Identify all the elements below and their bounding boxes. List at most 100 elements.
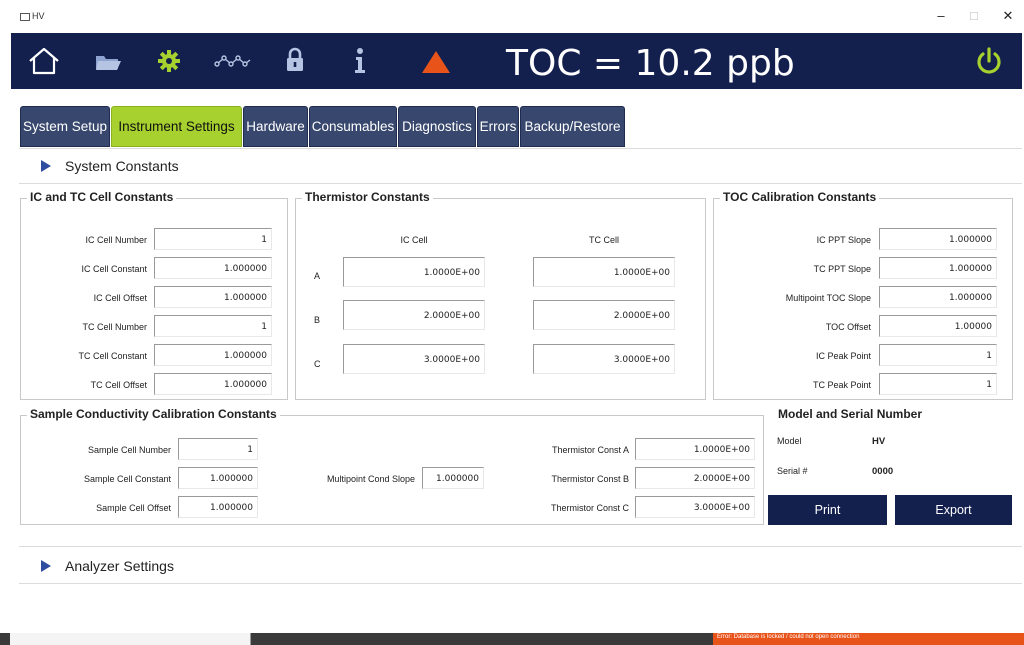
instrument-settings-panel: System Constants IC and TC Cell Constant… — [11, 147, 1022, 633]
thermistor-ic-c-input[interactable]: 3.0000E+00 — [343, 344, 485, 374]
divider — [19, 183, 1022, 184]
field-label: Thermistor Const B — [551, 474, 629, 484]
expand-triangle-icon — [41, 560, 51, 572]
maximize-button[interactable]: □ — [961, 8, 987, 23]
field-label: IC Cell Constant — [81, 264, 147, 274]
divider — [19, 583, 1022, 584]
tab-diagnostics[interactable]: Diagnostics — [398, 106, 476, 147]
model-label: Model — [777, 436, 802, 446]
analyzer-settings-title: Analyzer Settings — [65, 558, 174, 574]
ic-cell-offset-input[interactable]: 1.000000 — [154, 286, 272, 308]
model-serial-group: Model and Serial Number Model HV Serial … — [768, 407, 1013, 491]
group-title: IC and TC Cell Constants — [27, 190, 177, 204]
toc-readout: TOC = 10.2 ppb — [506, 43, 795, 84]
window-titlebar: HV – □ ✕ — [0, 0, 1024, 33]
info-icon[interactable] — [353, 47, 367, 75]
tc-cell-constant-input[interactable]: 1.000000 — [154, 344, 272, 366]
field-label: Thermistor Const A — [551, 445, 629, 455]
field-label: Thermistor Const C — [550, 503, 629, 513]
trend-icon[interactable] — [214, 52, 252, 70]
sample-cell-offset-input[interactable]: 1.000000 — [178, 496, 258, 518]
group-title: Model and Serial Number — [775, 407, 926, 421]
row-label: C — [314, 359, 321, 369]
thermistor-tc-b-input[interactable]: 2.0000E+00 — [533, 300, 675, 330]
tab-instrument-settings[interactable]: Instrument Settings — [111, 106, 242, 147]
warning-icon[interactable] — [421, 50, 451, 74]
thermistor-ic-a-input[interactable]: 1.0000E+00 — [343, 257, 485, 287]
column-header: TC Cell — [588, 235, 619, 245]
column-header: IC Cell — [400, 235, 428, 245]
system-constants-header[interactable]: System Constants — [41, 154, 179, 178]
field-label: IC PPT Slope — [816, 235, 871, 245]
gear-icon[interactable] — [157, 49, 181, 73]
group-title: Sample Conductivity Calibration Constant… — [27, 407, 280, 421]
model-value: HV — [872, 436, 886, 447]
folder-icon[interactable] — [94, 52, 122, 72]
sample-conductivity-group: Sample Conductivity Calibration Constant… — [20, 407, 764, 525]
field-label: TC Cell Constant — [78, 351, 147, 361]
toc-calibration-constants-group: TOC Calibration Constants IC PPT Slope 1… — [713, 190, 1013, 400]
tc-peak-point-input[interactable]: 1 — [879, 373, 997, 395]
tab-backup-restore[interactable]: Backup/Restore — [520, 106, 625, 147]
ic-ppt-slope-input[interactable]: 1.000000 — [879, 228, 997, 250]
ic-cell-constant-input[interactable]: 1.000000 — [154, 257, 272, 279]
tab-errors[interactable]: Errors — [477, 106, 519, 147]
power-icon[interactable] — [974, 46, 1004, 76]
minimize-button[interactable]: – — [928, 8, 954, 23]
row-label: A — [314, 271, 321, 281]
lock-icon[interactable] — [285, 47, 305, 73]
analyzer-settings-header[interactable]: Analyzer Settings — [41, 554, 174, 578]
sample-cell-constant-input[interactable]: 1.000000 — [178, 467, 258, 489]
thermistor-const-b-input[interactable]: 2.0000E+00 — [635, 467, 755, 489]
field-label: TC Cell Number — [82, 322, 147, 332]
ic-tc-cell-constants-group: IC and TC Cell Constants IC Cell Number … — [20, 190, 288, 400]
tc-cell-number-input[interactable]: 1 — [154, 315, 272, 337]
top-toolbar: TOC = 10.2 ppb — [11, 33, 1022, 89]
group-title: Thermistor Constants — [302, 190, 433, 204]
thermistor-const-a-input[interactable]: 1.0000E+00 — [635, 438, 755, 460]
tab-hardware[interactable]: Hardware — [243, 106, 308, 147]
divider — [19, 148, 1022, 149]
toc-offset-input[interactable]: 1.00000 — [879, 315, 997, 337]
field-label: Multipoint TOC Slope — [785, 293, 871, 303]
thermistor-tc-c-input[interactable]: 3.0000E+00 — [533, 344, 675, 374]
ic-cell-number-input[interactable]: 1 — [154, 228, 272, 250]
field-label: Sample Cell Offset — [96, 503, 171, 513]
error-notification-text: Error: Database is locked / could not op… — [717, 634, 860, 640]
system-constants-title: System Constants — [65, 158, 179, 174]
divider — [19, 546, 1022, 547]
field-label: TC Peak Point — [812, 380, 871, 390]
field-label: IC Peak Point — [815, 351, 871, 361]
thermistor-const-c-input[interactable]: 3.0000E+00 — [635, 496, 755, 518]
serial-label: Serial # — [777, 466, 808, 476]
ic-peak-point-input[interactable]: 1 — [879, 344, 997, 366]
multipoint-toc-slope-input[interactable]: 1.000000 — [879, 286, 997, 308]
row-label: B — [314, 315, 321, 325]
tc-ppt-slope-input[interactable]: 1.000000 — [879, 257, 997, 279]
sample-cell-number-input[interactable]: 1 — [178, 438, 258, 460]
multipoint-cond-slope-input[interactable]: 1.000000 — [422, 467, 484, 489]
tc-cell-offset-input[interactable]: 1.000000 — [154, 373, 272, 395]
close-button[interactable]: ✕ — [995, 8, 1021, 24]
thermistor-tc-a-input[interactable]: 1.0000E+00 — [533, 257, 675, 287]
export-button[interactable]: Export — [895, 495, 1012, 525]
thermistor-constants-group: Thermistor Constants IC Cell TC Cell A 1… — [295, 190, 706, 400]
field-label: TOC Offset — [825, 322, 871, 332]
field-label: Sample Cell Constant — [83, 474, 171, 484]
group-title: TOC Calibration Constants — [720, 190, 880, 204]
error-notification[interactable]: Error: Database is locked / could not op… — [713, 633, 1024, 645]
expand-triangle-icon — [41, 160, 51, 172]
thermistor-ic-b-input[interactable]: 2.0000E+00 — [343, 300, 485, 330]
home-icon[interactable] — [27, 46, 61, 76]
field-label: IC Cell Number — [85, 235, 147, 245]
taskbar-window-tab[interactable] — [10, 633, 251, 645]
tab-system-setup[interactable]: System Setup — [20, 106, 110, 147]
field-label: TC Cell Offset — [90, 380, 147, 390]
field-label: Sample Cell Number — [87, 445, 171, 455]
print-button[interactable]: Print — [768, 495, 887, 525]
window-title: HV — [32, 11, 45, 21]
field-label: IC Cell Offset — [93, 293, 147, 303]
tab-consumables[interactable]: Consumables — [309, 106, 397, 147]
field-label: Multipoint Cond Slope — [326, 474, 415, 484]
serial-value: 0000 — [872, 466, 894, 477]
